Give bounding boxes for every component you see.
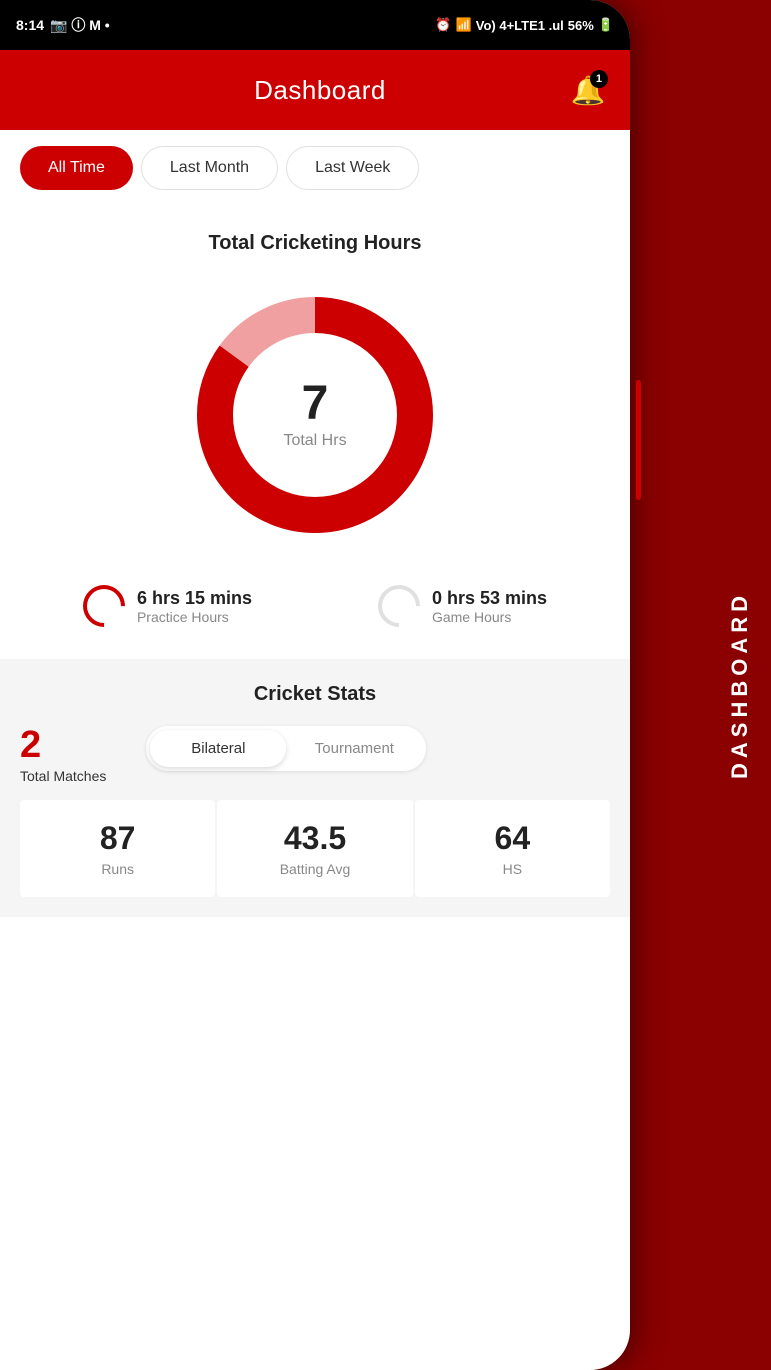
notification-bell-button[interactable]: 🔔 1 xyxy=(566,68,610,112)
batting-avg-stat-card: 43.5 Batting Avg xyxy=(217,800,412,897)
total-matches-label: Total Matches xyxy=(20,768,106,784)
notification-badge: 1 xyxy=(590,70,608,88)
cricket-stats-title: Cricket Stats xyxy=(20,683,610,706)
donut-center: 7 Total Hrs xyxy=(283,380,346,450)
game-hours-label: Game Hours xyxy=(432,609,547,625)
filter-tabs-container: All Time Last Month Last Week xyxy=(0,130,630,206)
status-icons: 📷 ⓘ M • xyxy=(50,15,110,35)
practice-hours-stat: 6 hrs 15 mins Practice Hours xyxy=(83,585,252,627)
battery-icon: 🔋 xyxy=(598,17,614,33)
practice-ring-icon xyxy=(74,576,133,635)
match-type-toggle: Bilateral Tournament xyxy=(146,726,426,771)
donut-chart: 7 Total Hrs xyxy=(175,275,455,555)
tab-last-week[interactable]: Last Week xyxy=(286,146,419,190)
stats-header-row: 2 Total Matches Bilateral Tournament xyxy=(20,726,610,784)
bilateral-toggle-button[interactable]: Bilateral xyxy=(150,730,286,767)
runs-value: 87 xyxy=(36,820,199,857)
hs-label: HS xyxy=(431,861,594,877)
status-right: ⏰ 📶 Vo) 4+LTE1 .ul 56% 🔋 xyxy=(435,17,614,33)
game-hours-value: 0 hrs 53 mins xyxy=(432,588,547,609)
status-left: 8:14 📷 ⓘ M • xyxy=(16,15,110,35)
time-display: 8:14 xyxy=(16,17,44,33)
app-header: Dashboard 🔔 1 xyxy=(0,50,630,130)
dashboard-side-label: DASHBOARD xyxy=(727,591,753,779)
tab-all-time[interactable]: All Time xyxy=(20,146,133,190)
cricket-hours-title: Total Cricketing Hours xyxy=(20,232,610,255)
batting-avg-label: Batting Avg xyxy=(233,861,396,877)
game-hours-info: 0 hrs 53 mins Game Hours xyxy=(432,588,547,625)
wifi-icon: 📶 xyxy=(456,17,472,33)
runs-label: Runs xyxy=(36,861,199,877)
status-bar: 8:14 📷 ⓘ M • ⏰ 📶 Vo) 4+LTE1 .ul 56% 🔋 xyxy=(0,0,630,50)
hs-stat-card: 64 HS xyxy=(415,800,610,897)
game-ring-icon xyxy=(369,576,428,635)
hours-stats-row: 6 hrs 15 mins Practice Hours 0 hrs 53 mi… xyxy=(20,575,610,637)
stats-grid: 87 Runs 43.5 Batting Avg 64 HS xyxy=(20,800,610,897)
hs-value: 64 xyxy=(431,820,594,857)
phone-frame: 8:14 📷 ⓘ M • ⏰ 📶 Vo) 4+LTE1 .ul 56% 🔋 Da… xyxy=(0,0,630,1370)
donut-total-number: 7 xyxy=(283,380,346,428)
runs-stat-card: 87 Runs xyxy=(20,800,215,897)
tournament-toggle-button[interactable]: Tournament xyxy=(286,730,422,767)
tab-last-month[interactable]: Last Month xyxy=(141,146,278,190)
cricket-hours-section: Total Cricketing Hours 7 Total Hrs xyxy=(0,208,630,657)
donut-total-label: Total Hrs xyxy=(283,432,346,450)
signal-text: Vo) 4+LTE1 .ul xyxy=(476,18,564,33)
batting-avg-value: 43.5 xyxy=(233,820,396,857)
game-hours-stat: 0 hrs 53 mins Game Hours xyxy=(378,585,547,627)
practice-hours-info: 6 hrs 15 mins Practice Hours xyxy=(137,588,252,625)
alarm-icon: ⏰ xyxy=(435,17,451,33)
battery-display: 56% xyxy=(568,18,594,33)
page-title: Dashboard xyxy=(254,75,386,106)
total-matches-number: 2 xyxy=(20,726,106,764)
total-matches-widget: 2 Total Matches xyxy=(20,726,106,784)
cricket-stats-section: Cricket Stats 2 Total Matches Bilateral … xyxy=(0,659,630,917)
practice-hours-label: Practice Hours xyxy=(137,609,252,625)
practice-hours-value: 6 hrs 15 mins xyxy=(137,588,252,609)
donut-chart-container: 7 Total Hrs xyxy=(20,275,610,555)
red-vertical-bar xyxy=(636,380,641,500)
